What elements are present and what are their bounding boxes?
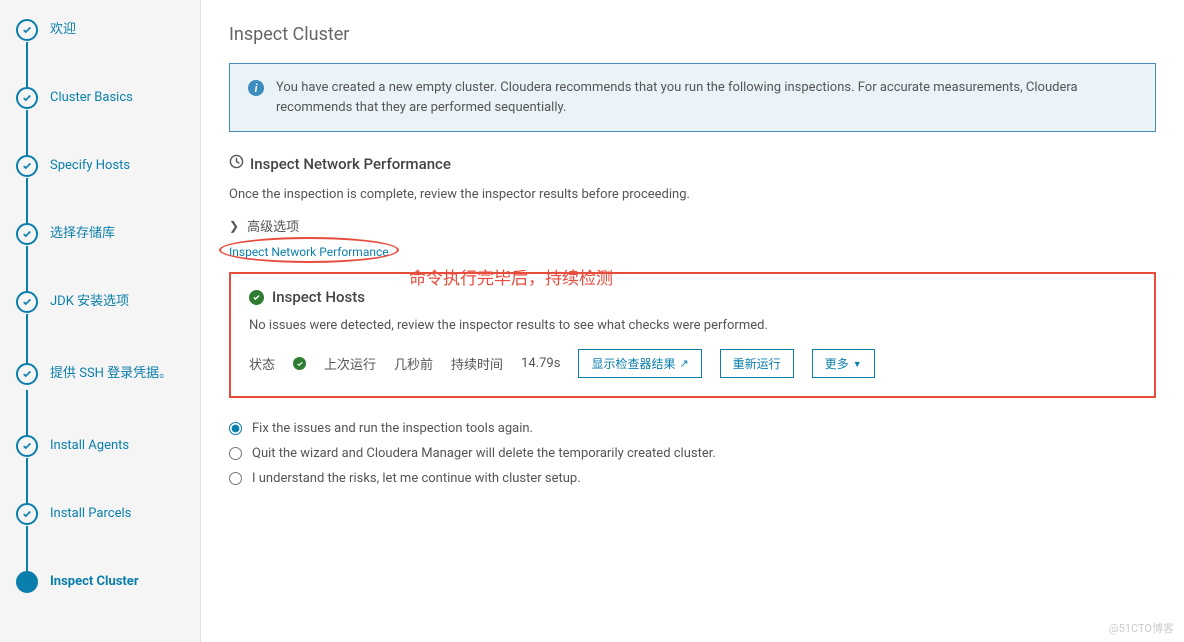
check-icon bbox=[16, 155, 38, 177]
info-icon: i bbox=[248, 80, 264, 96]
status-row: 状态 上次运行 几秒前 持续时间 14.79s 显示检查器结果 ↗ 重新运行 更… bbox=[249, 349, 1136, 378]
radio-input[interactable] bbox=[229, 472, 242, 485]
annotation-text: 命令执行完毕后，持续检测 bbox=[409, 264, 613, 289]
radio-fix-issues[interactable]: Fix the issues and run the inspection to… bbox=[229, 416, 1156, 441]
btn-label: 更多 bbox=[825, 355, 849, 372]
wizard-sidebar: 欢迎 Cluster Basics Specify Hosts 选择存储库 JD… bbox=[0, 0, 200, 642]
inspect-network-link[interactable]: Inspect Network Performance bbox=[229, 245, 389, 259]
step-label: Install Agents bbox=[50, 438, 129, 455]
step-label: Install Parcels bbox=[50, 506, 131, 523]
network-title-text: Inspect Network Performance bbox=[250, 155, 451, 173]
check-icon bbox=[16, 291, 38, 313]
check-icon bbox=[16, 223, 38, 245]
last-run-value: 几秒前 bbox=[394, 354, 433, 373]
radio-label: Fix the issues and run the inspection to… bbox=[252, 421, 533, 436]
proceed-options: Fix the issues and run the inspection to… bbox=[229, 416, 1156, 491]
step-install-parcels[interactable]: Install Parcels bbox=[0, 494, 200, 534]
step-label: 欢迎 bbox=[50, 22, 76, 39]
page-title: Inspect Cluster bbox=[229, 24, 1156, 45]
radio-understand-risks[interactable]: I understand the risks, let me continue … bbox=[229, 466, 1156, 491]
step-label: Specify Hosts bbox=[50, 158, 130, 175]
radio-input[interactable] bbox=[229, 422, 242, 435]
advanced-label: 高级选项 bbox=[247, 216, 299, 235]
step-label: 提供 SSH 登录凭据。 bbox=[50, 366, 172, 383]
btn-label: 显示检查器结果 bbox=[591, 355, 675, 372]
hosts-title-text: Inspect Hosts bbox=[272, 288, 365, 306]
duration-label: 持续时间 bbox=[451, 354, 503, 373]
step-cluster-basics[interactable]: Cluster Basics bbox=[0, 78, 200, 118]
caret-down-icon: ▼ bbox=[853, 359, 862, 369]
rerun-button[interactable]: 重新运行 bbox=[720, 349, 794, 378]
status-success-icon bbox=[293, 357, 306, 370]
show-results-button[interactable]: 显示检查器结果 ↗ bbox=[578, 349, 701, 378]
step-specify-hosts[interactable]: Specify Hosts bbox=[0, 146, 200, 186]
step-label: 选择存储库 bbox=[50, 226, 115, 243]
inspect-hosts-box: Inspect Hosts No issues were detected, r… bbox=[229, 272, 1156, 398]
step-install-agents[interactable]: Install Agents bbox=[0, 426, 200, 466]
status-label: 状态 bbox=[249, 354, 275, 373]
radio-quit-wizard[interactable]: Quit the wizard and Cloudera Manager wil… bbox=[229, 441, 1156, 466]
step-label: Cluster Basics bbox=[50, 90, 133, 107]
duration-value: 14.79s bbox=[521, 356, 560, 371]
btn-label: 重新运行 bbox=[733, 355, 781, 372]
check-icon bbox=[16, 87, 38, 109]
hosts-section-title: Inspect Hosts bbox=[249, 288, 1136, 306]
clock-icon bbox=[229, 154, 244, 173]
hosts-desc: No issues were detected, review the insp… bbox=[249, 318, 1136, 333]
current-step-icon bbox=[16, 571, 38, 593]
info-box: i You have created a new empty cluster. … bbox=[229, 63, 1156, 132]
check-icon bbox=[16, 503, 38, 525]
step-welcome[interactable]: 欢迎 bbox=[0, 10, 200, 50]
last-run-label: 上次运行 bbox=[324, 354, 376, 373]
info-text: You have created a new empty cluster. Cl… bbox=[276, 78, 1137, 117]
step-label: Inspect Cluster bbox=[50, 574, 139, 591]
network-desc: Once the inspection is complete, review … bbox=[229, 187, 1156, 202]
advanced-options-toggle[interactable]: ❯ 高级选项 bbox=[229, 216, 1156, 235]
watermark: @51CTO博客 bbox=[1109, 620, 1174, 636]
external-link-icon: ↗ bbox=[679, 357, 688, 370]
step-label: JDK 安装选项 bbox=[50, 294, 129, 311]
step-inspect-cluster[interactable]: Inspect Cluster bbox=[0, 562, 200, 602]
success-icon bbox=[249, 290, 264, 305]
more-button[interactable]: 更多 ▼ bbox=[812, 349, 875, 378]
chevron-right-icon: ❯ bbox=[229, 219, 239, 233]
step-select-repo[interactable]: 选择存储库 bbox=[0, 214, 200, 254]
radio-label: Quit the wizard and Cloudera Manager wil… bbox=[252, 446, 716, 461]
radio-input[interactable] bbox=[229, 447, 242, 460]
step-jdk[interactable]: JDK 安装选项 bbox=[0, 282, 200, 322]
check-icon bbox=[16, 19, 38, 41]
main-content: Inspect Cluster i You have created a new… bbox=[200, 0, 1184, 642]
step-ssh[interactable]: 提供 SSH 登录凭据。 bbox=[0, 350, 200, 398]
radio-label: I understand the risks, let me continue … bbox=[252, 471, 581, 486]
check-icon bbox=[16, 363, 38, 385]
check-icon bbox=[16, 435, 38, 457]
network-section-title: Inspect Network Performance bbox=[229, 154, 1156, 173]
